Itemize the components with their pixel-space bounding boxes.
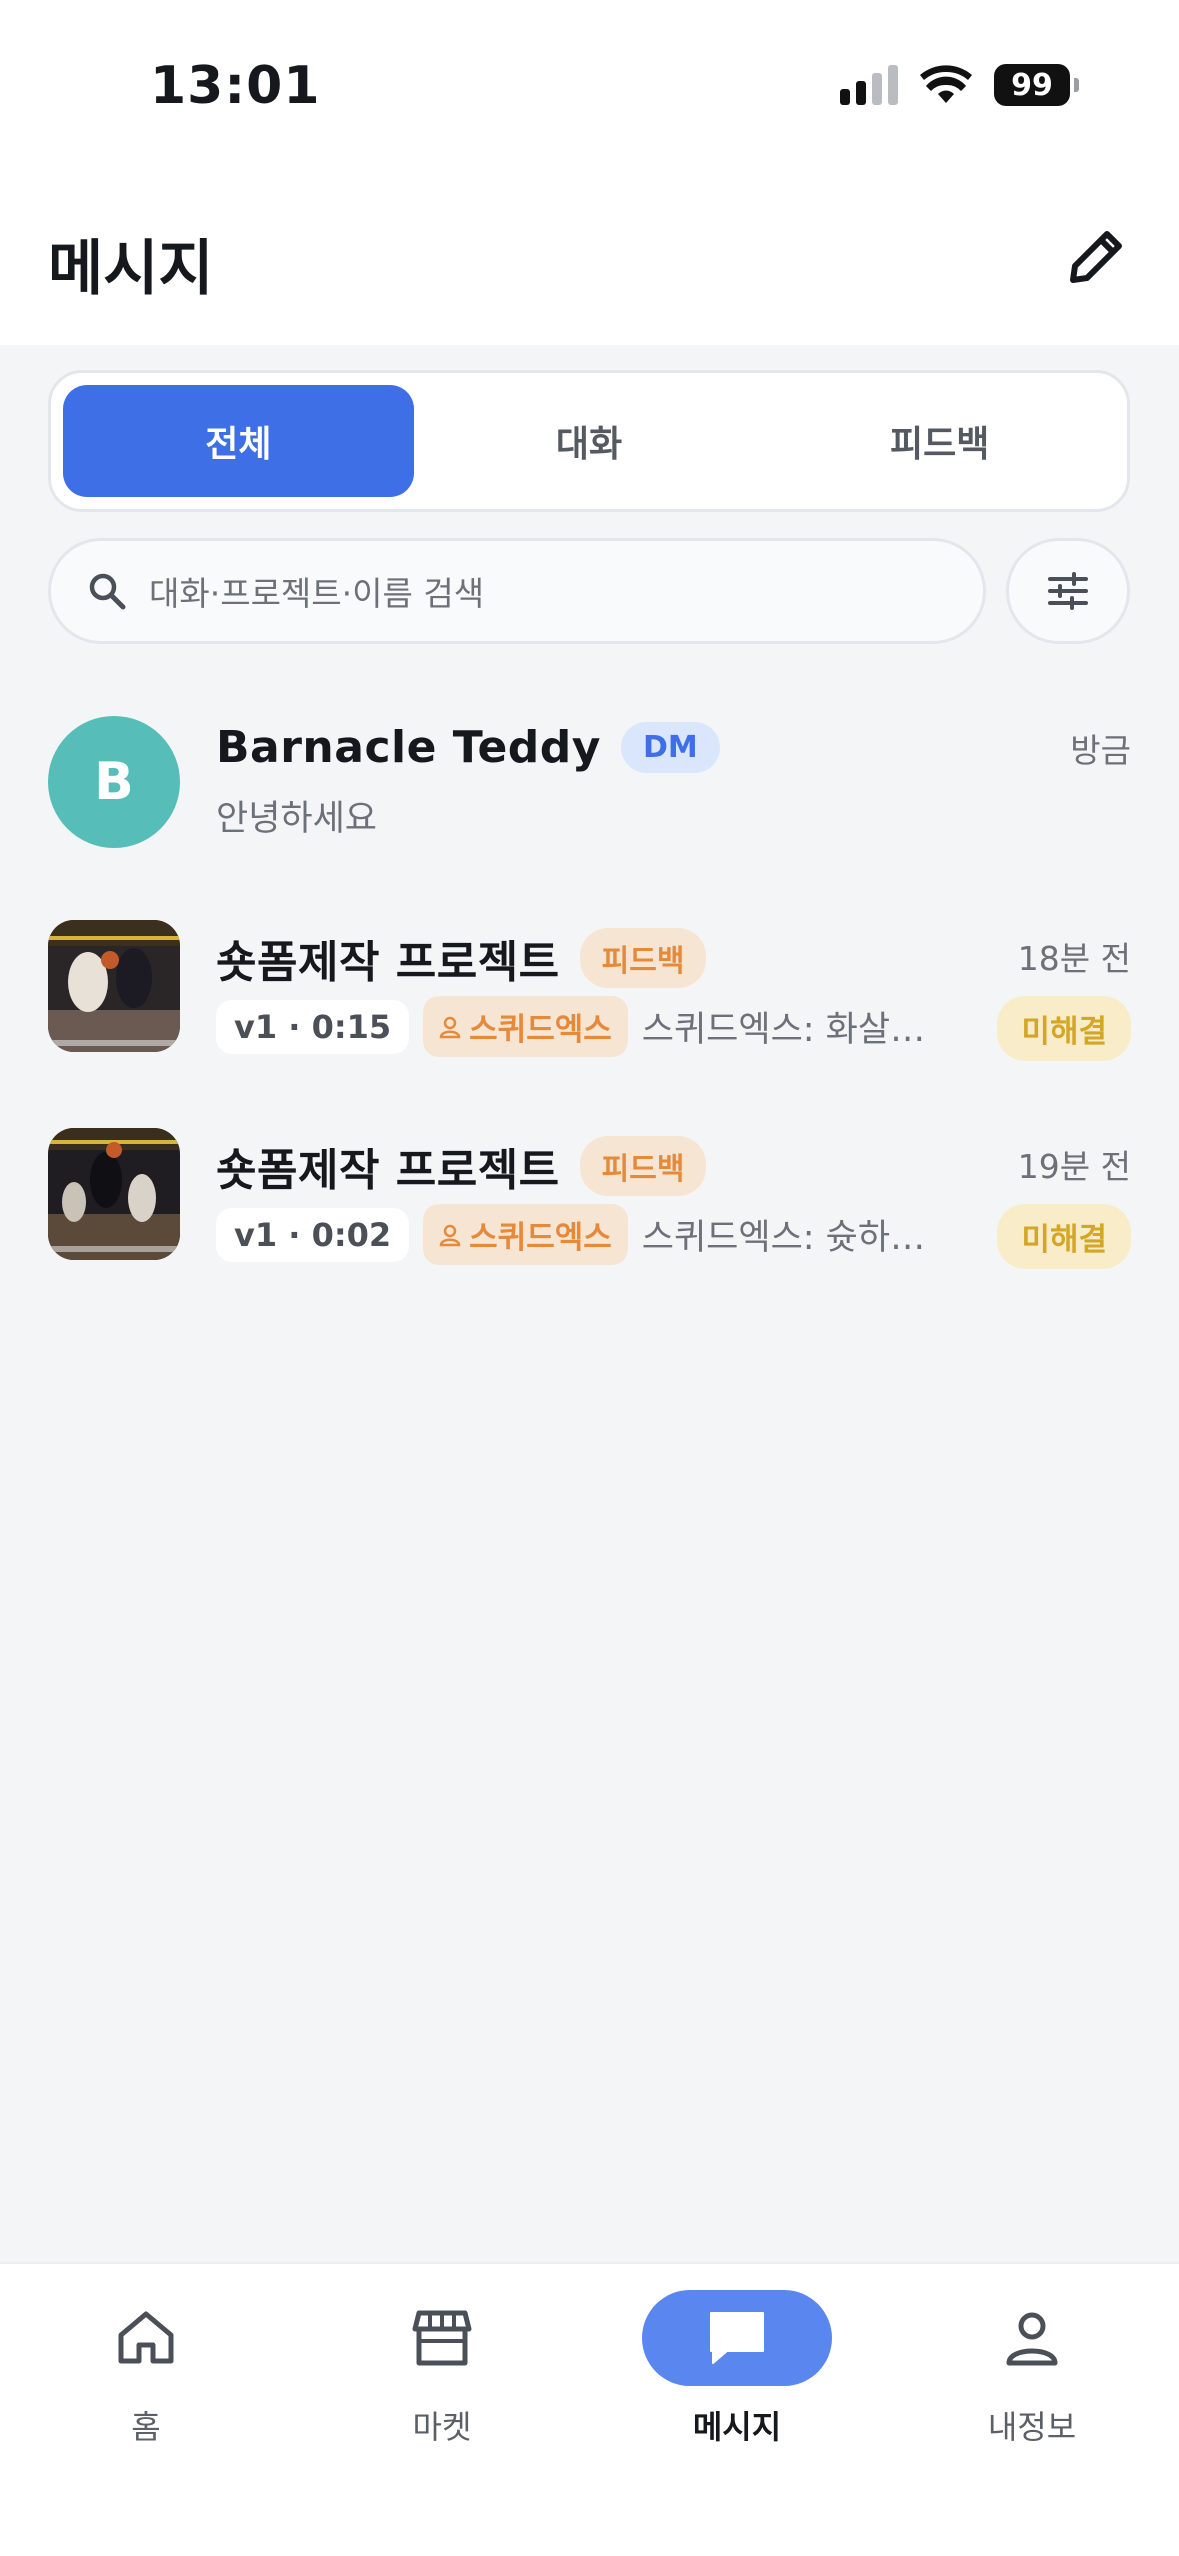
nav-profile[interactable]: 내정보: [932, 2290, 1132, 2450]
home-icon: [118, 2311, 174, 2364]
header: 메시지: [0, 180, 1179, 345]
dm-badge: DM: [620, 722, 720, 773]
tab-conversation[interactable]: 대화: [414, 385, 765, 497]
wifi-icon: [920, 65, 972, 103]
nav-messages[interactable]: 메시지: [637, 2290, 837, 2450]
bottom-nav: 홈 마켓 메시지 내정보: [0, 2262, 1179, 2556]
item-meta-row: v1 · 0:02 스퀴드엑스 스퀴드엑스: 슛하…: [216, 1204, 925, 1265]
item-meta-row: v1 · 0:15 스퀴드엑스 스퀴드엑스: 화살…: [216, 996, 925, 1057]
search-placeholder: 대화·프로젝트·이름 검색: [149, 574, 485, 613]
tab-feedback[interactable]: 피드백: [764, 385, 1115, 497]
nav-market[interactable]: 마켓: [342, 2290, 542, 2450]
battery-icon: 99: [994, 64, 1079, 106]
status-bar: 13:01 99: [0, 0, 1179, 180]
feedback-badge: 피드백: [579, 928, 707, 988]
tab-all[interactable]: 전체: [63, 385, 414, 497]
item-preview: 스퀴드엑스: 슛하…: [641, 1218, 926, 1258]
item-time: 19분 전: [1017, 1147, 1131, 1186]
nav-home[interactable]: 홈: [46, 2290, 246, 2450]
user-chip: 스퀴드엑스: [423, 996, 628, 1057]
sliders-icon: [1048, 572, 1088, 610]
nav-label: 내정보: [987, 2408, 1077, 2446]
list-item[interactable]: 숏폼제작 프로젝트 피드백 19분 전 v1 · 0:02 스퀴드엑스 스퀴드엑…: [0, 1124, 1179, 1274]
version-chip: v1 · 0:15: [216, 999, 410, 1054]
item-preview: 안녕하세요: [216, 799, 378, 839]
filter-tabs: 전체 대화 피드백: [48, 370, 1130, 512]
nav-label: 홈: [131, 2408, 161, 2446]
item-title-row: Barnacle Teddy DM: [216, 722, 720, 773]
filter-button[interactable]: [1006, 538, 1130, 644]
avatar: B: [48, 716, 180, 848]
video-thumbnail: [48, 920, 180, 1052]
status-badge: 미해결: [997, 996, 1131, 1061]
compose-pencil-icon[interactable]: [1061, 222, 1131, 292]
user-icon: [1006, 2312, 1058, 2366]
chat-icon: [710, 2312, 764, 2364]
item-time: 방금: [1070, 731, 1131, 770]
status-indicators: 99: [840, 64, 1079, 106]
item-title: 숏폼제작 프로젝트: [216, 937, 560, 988]
item-title: 숏폼제작 프로젝트: [216, 1145, 560, 1196]
nav-label: 마켓: [412, 2408, 472, 2446]
user-icon: [439, 1224, 461, 1246]
version-chip: v1 · 0:02: [216, 1207, 410, 1262]
nav-label: 메시지: [692, 2408, 782, 2446]
status-time: 13:01: [150, 56, 321, 116]
list-item[interactable]: 숏폼제작 프로젝트 피드백 18분 전 v1 · 0:15 스퀴드엑스 스퀴드엑…: [0, 916, 1179, 1066]
item-time: 18분 전: [1017, 939, 1131, 978]
user-icon: [439, 1016, 461, 1038]
item-preview: 스퀴드엑스: 화살…: [641, 1010, 926, 1050]
video-thumbnail: [48, 1128, 180, 1260]
item-title-row: 숏폼제작 프로젝트 피드백: [216, 926, 707, 990]
search-icon: [89, 573, 126, 610]
page-title: 메시지: [48, 234, 214, 304]
feedback-badge: 피드백: [579, 1136, 707, 1196]
status-badge: 미해결: [997, 1204, 1131, 1269]
item-title: Barnacle Teddy: [216, 722, 601, 773]
list-item[interactable]: B Barnacle Teddy DM 방금 안녕하세요: [0, 712, 1179, 862]
cellular-signal-icon: [840, 65, 898, 105]
battery-level: 99: [994, 64, 1070, 106]
store-icon: [412, 2310, 472, 2366]
user-chip-label: 스퀴드엑스: [469, 1012, 612, 1048]
search-input[interactable]: 대화·프로젝트·이름 검색: [48, 538, 986, 644]
user-chip-label: 스퀴드엑스: [469, 1220, 612, 1256]
item-title-row: 숏폼제작 프로젝트 피드백: [216, 1134, 707, 1198]
user-chip: 스퀴드엑스: [423, 1204, 628, 1265]
